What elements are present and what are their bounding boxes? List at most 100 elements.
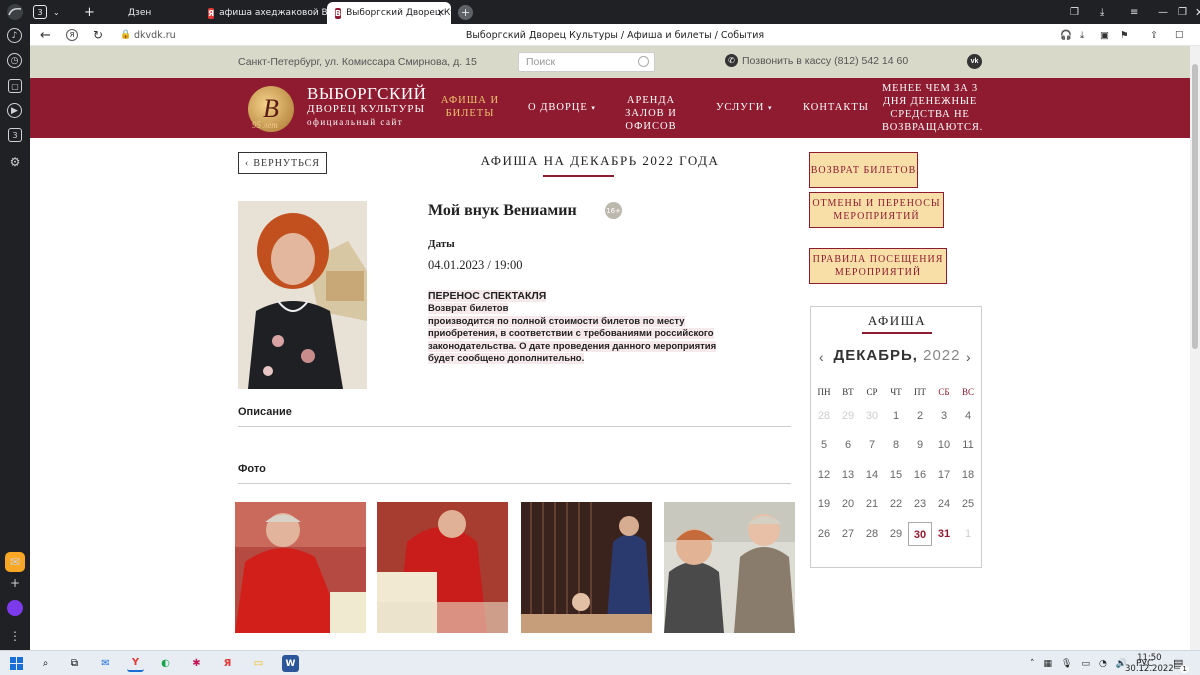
event-photo[interactable] [235, 502, 366, 633]
calendar-day[interactable]: 3 [932, 404, 956, 428]
calendar-day[interactable]: 29 [836, 404, 860, 428]
settings-icon[interactable]: ⚙ [5, 152, 25, 172]
app-shortcut-icon[interactable]: ✉ [5, 552, 25, 572]
calendar-day[interactable]: 20 [836, 492, 860, 516]
calendar-day[interactable]: 4 [956, 404, 980, 428]
calendar-day[interactable]: 22 [884, 492, 908, 516]
nav-afisha[interactable]: АФИША И БИЛЕТЫ [435, 94, 505, 120]
call-box-office-link[interactable]: ✆ Позвонить в кассу (812) 542 14 60 [725, 54, 908, 67]
calendar-day[interactable]: 28 [860, 522, 884, 546]
maximize-icon[interactable]: ❐ [1178, 0, 1187, 24]
calendar-day[interactable]: 7 [860, 433, 884, 457]
cancellations-button[interactable]: ОТМЕНЫ И ПЕРЕНОСЫ МЕРОПРИЯТИЙ [809, 192, 944, 228]
bookmarks-icon[interactable]: ❐ [1070, 0, 1079, 24]
back-button[interactable]: ‹ ВЕРНУТЬСЯ [238, 152, 327, 174]
share-icon[interactable]: ⇪ [1150, 24, 1158, 46]
calendar-day[interactable]: 13 [836, 463, 860, 487]
calendar-day[interactable]: 6 [836, 433, 860, 457]
download-icon[interactable]: ⤓ [1080, 24, 1084, 46]
url-field[interactable]: dkvdk.ru [134, 24, 176, 46]
reload-icon[interactable]: ↻ [93, 24, 103, 46]
search-icon[interactable]: ⌕ [37, 655, 54, 672]
calendar-day[interactable]: 21 [860, 492, 884, 516]
scrollbar-thumb[interactable] [1192, 64, 1198, 349]
calendar-day[interactable]: 2 [908, 404, 932, 428]
account-icon[interactable]: ☐ [1175, 24, 1184, 46]
tab-search[interactable]: Я афиша ахеджаковой Выбо [200, 2, 330, 24]
back-arrow-icon[interactable]: ← [40, 24, 51, 46]
close-tab-icon[interactable]: ✕ [437, 8, 445, 19]
alice-icon[interactable] [7, 600, 23, 616]
visit-rules-button[interactable]: ПРАВИЛА ПОСЕЩЕНИЯ МЕРОПРИЯТИЙ [809, 248, 947, 284]
calendar-day[interactable]: 9 [908, 433, 932, 457]
calendar-day[interactable]: 23 [908, 492, 932, 516]
calendar-day[interactable]: 15 [884, 463, 908, 487]
calendar-day[interactable]: 29 [884, 522, 908, 546]
tab-dkvdk[interactable]: В Выборгский Дворец Ку ✕ [327, 2, 451, 24]
event-photo[interactable] [664, 502, 795, 633]
mail-icon[interactable]: ✉ [97, 655, 114, 672]
vk-icon[interactable]: vk [967, 54, 982, 69]
menu-icon[interactable]: ≡ [1130, 0, 1138, 24]
headphones-icon[interactable]: 🎧 [1060, 24, 1072, 46]
calendar-day[interactable]: 30 [860, 404, 884, 428]
add-panel-icon[interactable]: + [5, 573, 25, 593]
bookmark-icon[interactable]: ⚑ [1120, 24, 1129, 46]
event-photo[interactable] [377, 502, 508, 633]
file-explorer-icon[interactable]: ▭ [250, 655, 267, 672]
yandex-protect-icon[interactable]: Я [66, 24, 78, 46]
calendar-day[interactable]: 25 [956, 492, 980, 516]
yandex-menu-icon[interactable] [5, 2, 25, 22]
video-icon[interactable]: ▶ [7, 103, 22, 118]
nav-contacts[interactable]: КОНТАКТЫ [803, 101, 869, 114]
calendar-day[interactable]: 8 [884, 433, 908, 457]
nav-rent[interactable]: АРЕНДА ЗАЛОВ И ОФИСОВ [606, 94, 696, 133]
add-tab-button[interactable]: + [458, 0, 473, 24]
calendar-day[interactable]: 5 [812, 433, 836, 457]
extensions-icon[interactable]: ▣ [1100, 24, 1109, 46]
tab-count-button[interactable]: 3 ⌄ [33, 0, 63, 24]
calendar-day[interactable]: 16 [908, 463, 932, 487]
collections-icon[interactable]: ▢ [8, 79, 22, 93]
calendar-day[interactable]: 26 [812, 522, 836, 546]
ticket-refund-button[interactable]: ВОЗВРАТ БИЛЕТОВ [809, 152, 918, 188]
calendar-day[interactable]: 31 [932, 522, 956, 546]
calendar-day[interactable]: 17 [932, 463, 956, 487]
battery-icon[interactable]: ▭ [1081, 659, 1090, 669]
minimize-icon[interactable]: — [1158, 0, 1168, 24]
calendar-day[interactable]: 12 [812, 463, 836, 487]
nav-about[interactable]: О ДВОРЦЕ ▾ [528, 101, 596, 115]
calendar-day[interactable]: 19 [812, 492, 836, 516]
history-icon[interactable]: ◷ [7, 53, 22, 68]
yandex-icon[interactable]: Я [219, 655, 236, 672]
brand-title[interactable]: ВЫБОРГСКИЙ [307, 84, 426, 104]
task-view-icon[interactable]: ⧉ [66, 655, 83, 672]
calendar-day[interactable]: 1 [884, 404, 908, 428]
wifi-icon[interactable]: ◔ [1099, 659, 1107, 669]
yandex-browser-icon[interactable]: Y [127, 655, 144, 672]
calendar-day[interactable]: 1 [956, 522, 980, 546]
word-icon[interactable]: W [282, 655, 299, 672]
clock[interactable]: 11:50 30.12.2022 [1125, 651, 1174, 675]
event-photo[interactable] [521, 502, 652, 633]
calendar-day[interactable]: 24 [932, 492, 956, 516]
app-icon[interactable]: ✱ [188, 655, 205, 672]
next-month-icon[interactable]: › [966, 349, 971, 365]
event-poster[interactable] [238, 201, 367, 389]
close-window-icon[interactable]: ✕ [1195, 0, 1200, 24]
site-search-input[interactable]: Поиск [518, 52, 655, 72]
downloads-icon[interactable]: ⤓ [1100, 0, 1104, 24]
nav-services[interactable]: УСЛУГИ ▾ [716, 101, 773, 115]
notifications-icon[interactable]: ▤ 1 [1173, 651, 1192, 675]
chevron-up-icon[interactable]: ˄ [1030, 659, 1035, 669]
calendar-day[interactable]: 18 [956, 463, 980, 487]
calendar-day[interactable]: 27 [836, 522, 860, 546]
calendar-day[interactable]: 30 [908, 522, 932, 546]
more-icon[interactable]: ⋮ [5, 626, 25, 646]
windows-start-icon[interactable] [8, 655, 25, 672]
tabs-count-icon[interactable]: 3 [8, 128, 22, 142]
page-scrollbar[interactable] [1190, 46, 1200, 650]
calendar-day[interactable]: 10 [932, 433, 956, 457]
calendar-day[interactable]: 14 [860, 463, 884, 487]
alice-bell-icon[interactable]: ♪ [7, 28, 22, 43]
